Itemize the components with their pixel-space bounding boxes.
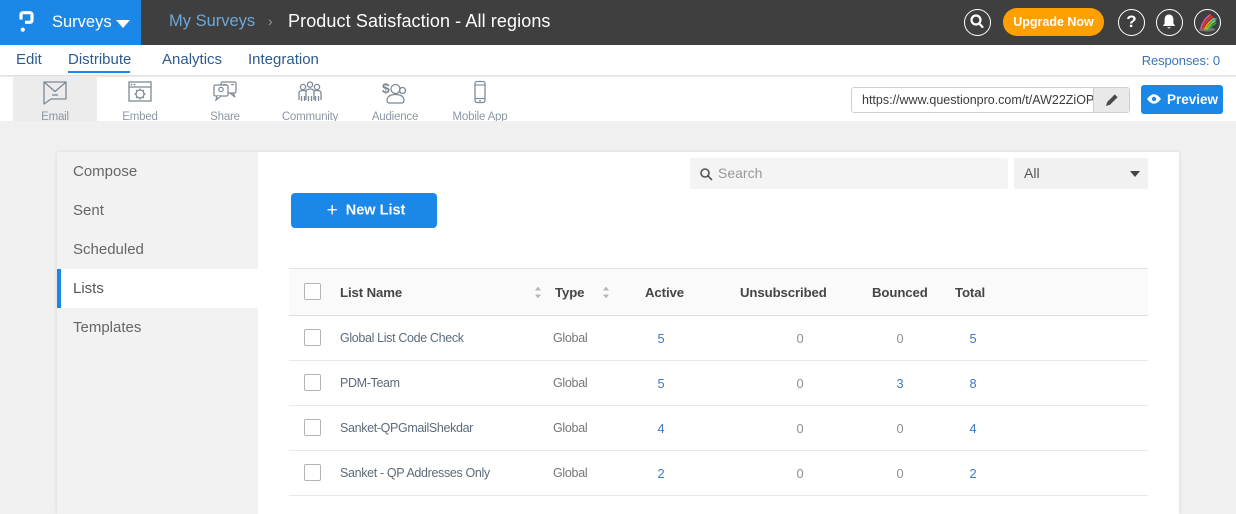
svg-text:$: $ (382, 80, 390, 96)
